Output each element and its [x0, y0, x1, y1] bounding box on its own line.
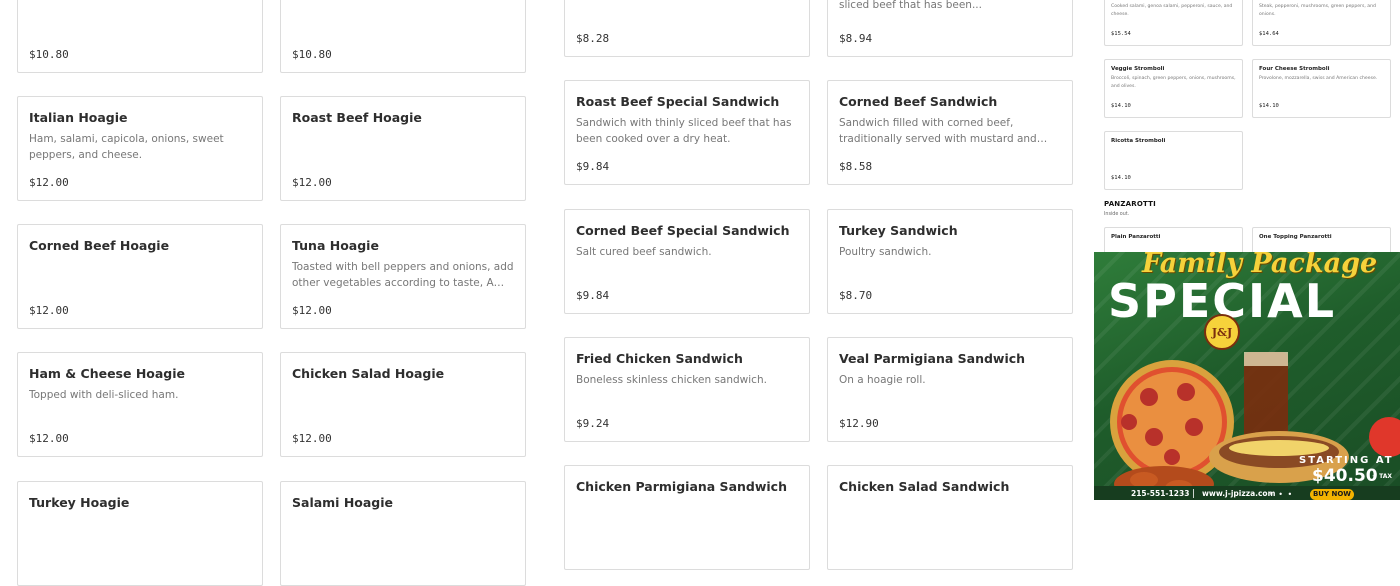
mini-item-name: Four Cheese Stromboli: [1259, 66, 1330, 72]
item-description: Toasted with bell peppers and onions, ad…: [292, 261, 514, 289]
item-price: $12.00: [292, 304, 332, 317]
menu-item-card[interactable]: $8.28: [564, 0, 810, 57]
ad-separator: |: [1192, 489, 1196, 499]
item-price: $8.28: [576, 32, 610, 45]
menu-item-card[interactable]: Turkey Hoagie: [17, 481, 263, 586]
item-description: Sandwich with thinly sliced beef that ha…: [576, 117, 792, 145]
buy-now-button[interactable]: BUY NOW: [1310, 489, 1354, 500]
item-name: Chicken Salad Sandwich: [839, 479, 1010, 494]
item-name: Veal Parmigiana Sandwich: [839, 351, 1026, 366]
item-price: $12.00: [29, 176, 69, 189]
item-price: $10.80: [29, 48, 69, 61]
mini-menu-item-card[interactable]: Steak, pepperoni, mushrooms, green peppe…: [1252, 0, 1391, 46]
item-name: Turkey Hoagie: [29, 495, 130, 510]
ad-price: $40.50: [1312, 466, 1378, 486]
ad-starting-at: STARTING AT: [1299, 455, 1394, 466]
item-name: Corned Beef Sandwich: [839, 94, 998, 109]
menu-item-card[interactable]: Chicken Parmigiana Sandwich: [564, 465, 810, 570]
mini-item-price: $14.10: [1111, 103, 1131, 109]
menu-item-card[interactable]: Corned Beef Hoagie $12.00: [17, 224, 263, 329]
mini-item-price: $14.64: [1259, 31, 1279, 37]
menu-item-card[interactable]: $10.80: [280, 0, 526, 73]
mini-item-name: One Topping Panzarotti: [1259, 234, 1332, 240]
item-description: Topped with deli-sliced ham.: [29, 389, 179, 401]
item-name: Italian Hoagie: [29, 110, 128, 125]
mini-item-description: Broccoli, spinach, green peppers, onions…: [1111, 76, 1236, 89]
menu-item-card[interactable]: Fried Chicken Sandwich Boneless skinless…: [564, 337, 810, 442]
item-name: Turkey Sandwich: [839, 223, 958, 238]
item-price: $12.00: [292, 176, 332, 189]
item-price: $8.58: [839, 160, 873, 173]
menu-item-card[interactable]: Roast Beef Hoagie $12.00: [280, 96, 526, 201]
item-price: $8.94: [839, 32, 873, 45]
brand-logo-text: J&J: [1211, 326, 1232, 339]
item-name: Tuna Hoagie: [292, 238, 379, 253]
menu-item-card[interactable]: Turkey Sandwich Poultry sandwich. $8.70: [827, 209, 1073, 314]
item-description: Poultry sandwich.: [839, 246, 932, 258]
item-name: Corned Beef Hoagie: [29, 238, 170, 253]
item-name: Salami Hoagie: [292, 495, 394, 510]
mini-item-name: Ricotta Stromboli: [1111, 138, 1166, 144]
menu-item-card[interactable]: Veal Parmigiana Sandwich On a hoagie rol…: [827, 337, 1073, 442]
mini-item-description: Cooked salami, genoa salami, pepperoni, …: [1111, 4, 1233, 17]
item-price: $9.84: [576, 289, 610, 302]
menu-item-card[interactable]: Tuna Hoagie Toasted with bell peppers an…: [280, 224, 526, 329]
item-price: $9.24: [576, 417, 610, 430]
mini-item-price: $14.10: [1111, 175, 1131, 181]
family-package-ad-banner[interactable]: Family Package SPECIAL J&J STARTING AT $…: [1094, 252, 1400, 500]
mini-menu-item-card[interactable]: Veggie Stromboli Broccoli, spinach, gree…: [1104, 59, 1243, 118]
item-name: Chicken Parmigiana Sandwich: [576, 479, 787, 494]
ad-website: www.j-jpizza.com: [1202, 489, 1276, 498]
item-description: On a hoagie roll.: [839, 374, 926, 386]
menu-item-card[interactable]: Chicken Salad Sandwich: [827, 465, 1073, 570]
item-name: Chicken Salad Hoagie: [292, 366, 445, 381]
item-description: Boneless skinless chicken sandwich.: [576, 374, 767, 386]
item-price: $12.00: [29, 432, 69, 445]
item-name: Corned Beef Special Sandwich: [576, 223, 790, 238]
item-price: $12.90: [839, 417, 879, 430]
item-price: $10.80: [292, 48, 332, 61]
mini-menu-item-card[interactable]: Ricotta Stromboli $14.10: [1104, 131, 1243, 190]
menu-item-card[interactable]: Roast Beef Special Sandwich Sandwich wit…: [564, 80, 810, 185]
item-name: Ham & Cheese Hoagie: [29, 366, 186, 381]
menu-item-card[interactable]: Corned Beef Sandwich Sandwich filled wit…: [827, 80, 1073, 185]
item-description: Ham, salami, capicola, onions, sweet pep…: [29, 133, 224, 161]
item-name: Roast Beef Special Sandwich: [576, 94, 780, 109]
item-price: $8.70: [839, 289, 873, 302]
mini-item-price: $15.54: [1111, 31, 1131, 37]
item-price: $9.84: [576, 160, 610, 173]
menu-item-card[interactable]: $10.80: [17, 0, 263, 73]
menu-item-card[interactable]: Salami Hoagie: [280, 481, 526, 586]
ad-phone-number: 215-551-1233: [1131, 489, 1190, 498]
mini-item-name: Veggie Stromboli: [1111, 66, 1165, 72]
ad-tax-label: + TAX: [1372, 473, 1393, 480]
item-name: Fried Chicken Sandwich: [576, 351, 743, 366]
item-description: Salt cured beef sandwich.: [576, 246, 712, 258]
mini-item-name: Plain Panzarotti: [1111, 234, 1161, 240]
menu-item-card[interactable]: Italian Hoagie Ham, salami, capicola, on…: [17, 96, 263, 201]
mini-menu-item-card[interactable]: Four Cheese Stromboli Provolone, mozzare…: [1252, 59, 1391, 118]
item-price: $12.00: [29, 304, 69, 317]
menu-item-card[interactable]: Ham & Cheese Hoagie Topped with deli-sli…: [17, 352, 263, 457]
tomato-icon: [1369, 417, 1400, 457]
item-description: Sandwich filled with corned beef, tradit…: [839, 117, 1037, 145]
item-name: Roast Beef Hoagie: [292, 110, 422, 125]
item-description: sliced beef that has been...: [839, 0, 982, 11]
mini-item-description: Provolone, mozzarella, swiss and America…: [1259, 76, 1378, 81]
menu-item-card[interactable]: sliced beef that has been... $8.94: [827, 0, 1073, 57]
mini-item-description: Steak, pepperoni, mushrooms, green peppe…: [1259, 4, 1376, 17]
item-price: $12.00: [292, 432, 332, 445]
menu-item-card[interactable]: Corned Beef Special Sandwich Salt cured …: [564, 209, 810, 314]
section-title-panzarotti: PANZAROTTI: [1104, 200, 1156, 208]
mini-menu-item-card[interactable]: Cooked salami, genoa salami, pepperoni, …: [1104, 0, 1243, 46]
menu-item-card[interactable]: Chicken Salad Hoagie $12.00: [280, 352, 526, 457]
section-subtitle: Inside out.: [1104, 212, 1130, 217]
mini-item-price: $14.10: [1259, 103, 1279, 109]
ad-carousel-dots: • • •: [1269, 490, 1294, 499]
